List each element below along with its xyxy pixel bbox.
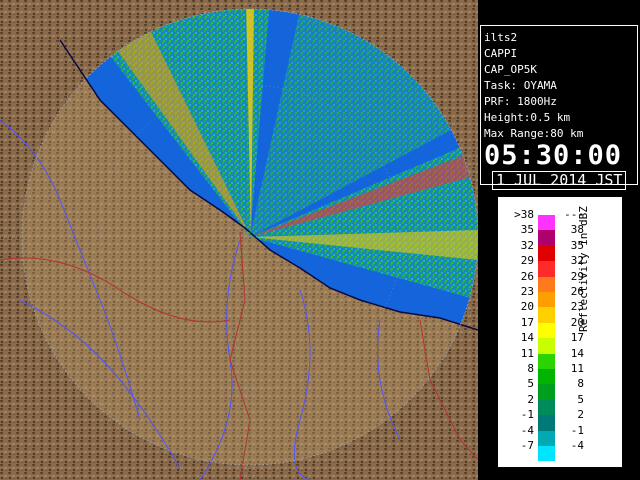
legend-swatch [538,353,555,369]
legend-lower-bound: 23 [520,285,534,298]
legend-lower-bound: -7 [520,439,534,452]
radar-map [0,0,478,480]
legend-swatch [538,430,555,446]
legend-swatch [538,369,555,385]
legend-lower-bound: 5 [527,377,534,391]
legend-swatch [538,276,555,292]
legend-lower-bound: 29 [520,254,534,268]
observation-time: 05:30:00 [484,140,623,171]
legend-swatch [538,399,555,416]
legend-lower-bound: 32 [520,238,534,252]
legend-upper-bound: 5 [577,392,584,406]
info-panel: ilts2 CAPPI CAP_OP5K Task: OYAMA PRF: 18… [480,25,638,190]
prf-label: PRF: 1800Hz [484,95,557,108]
legend-lower-bound: 2 [527,392,534,406]
legend-upper-bound: -4 [570,439,584,452]
legend-lower-bound: 20 [520,300,534,314]
legend-upper-bound: 11 [570,362,584,375]
legend-swatch [538,292,555,308]
observation-date: 1 JUL 2014 JST [492,171,627,190]
legend-upper-bound: -1 [570,423,584,437]
height-label: Height:0.5 km [484,111,571,124]
legend-swatch [538,384,555,400]
legend-swatch [538,230,555,246]
legend-swatch [538,215,555,231]
legend-swatch [538,338,555,354]
legend-upper-bound: 14 [570,346,584,360]
task-label: Task: OYAMA [484,79,557,92]
legend-lower-bound: 26 [520,269,534,283]
legend-title: Reflectivity in dBZ [577,206,590,332]
legend-swatch [538,307,555,323]
legend-lower-bound: -1 [520,408,534,422]
legend-swatch [538,245,555,262]
legend-swatch [538,415,555,431]
radar-name: ilts2 [484,31,518,44]
legend-lower-bound: 35 [520,223,534,237]
legend-lower-bound: >38 [514,208,534,221]
legend-row: -7 -4 [498,439,622,462]
product-type: CAPPI [484,47,518,60]
legend-lower-bound: 14 [520,331,534,345]
legend-lower-bound: 17 [520,315,534,329]
color-legend: >38 --- 35 38 32 35 29 32 26 29 23 26 20 23 17 20 14 17 11… [498,197,622,467]
legend-lower-bound: 11 [520,346,534,360]
legend-swatch [538,322,555,339]
legend-upper-bound: 2 [577,408,584,422]
legend-upper-bound: 8 [577,377,584,391]
legend-swatch [538,261,555,277]
product-name: CAP_OP5K [484,63,537,76]
legend-upper-bound: 17 [570,331,584,345]
legend-swatch [538,446,555,462]
legend-lower-bound: -4 [520,423,534,437]
legend-lower-bound: 8 [527,362,534,375]
